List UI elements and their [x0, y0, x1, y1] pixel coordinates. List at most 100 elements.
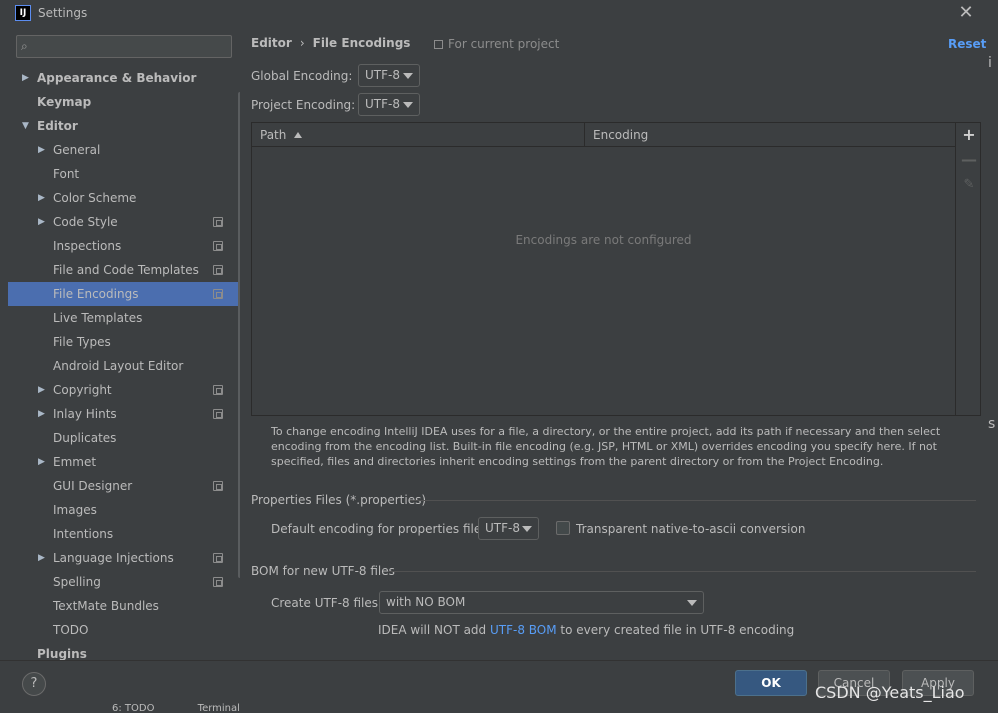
project-scope-icon: [213, 385, 223, 395]
properties-section-divider: [410, 500, 976, 501]
collapsed-arrow-icon[interactable]: ▶: [38, 210, 48, 234]
sidebar-item-label: Font: [53, 167, 80, 181]
collapsed-arrow-icon[interactable]: ▶: [38, 450, 48, 474]
sidebar-item[interactable]: ▶ Emmet: [8, 450, 240, 474]
sidebar-item[interactable]: Inspections: [8, 234, 240, 258]
project-encoding-value: UTF-8: [365, 97, 400, 111]
sidebar-item[interactable]: Font: [8, 162, 240, 186]
table-empty-text: Encodings are not configured: [515, 233, 692, 247]
sidebar-item[interactable]: File Encodings: [8, 282, 240, 306]
global-encoding-combo[interactable]: UTF-8: [358, 64, 420, 87]
sidebar-item[interactable]: ▶ Copyright: [8, 378, 240, 402]
ok-button[interactable]: OK: [735, 670, 807, 696]
sidebar-item[interactable]: ▶ Code Style: [8, 210, 240, 234]
sidebar-item-label: File Encodings: [53, 287, 139, 301]
project-encoding-combo[interactable]: UTF-8: [358, 93, 420, 116]
bom-note: IDEA will NOT add UTF-8 BOM to every cre…: [378, 623, 794, 637]
sidebar-item[interactable]: File Types: [8, 330, 240, 354]
table-toolbar: + — ✎: [955, 123, 981, 415]
sidebar-item-label: Keymap: [37, 95, 92, 109]
expanded-arrow-icon[interactable]: ▼: [22, 114, 32, 138]
native-to-ascii-checkbox[interactable]: [556, 521, 570, 535]
create-utf8-label: Create UTF-8 files:: [271, 596, 383, 610]
terminal-tab[interactable]: Terminal: [198, 703, 240, 713]
column-header-path-label: Path: [260, 128, 287, 142]
sidebar-item-label: Appearance & Behavior: [37, 71, 197, 85]
collapsed-arrow-icon[interactable]: ▶: [38, 378, 48, 402]
settings-search-field[interactable]: ⌕: [16, 35, 232, 58]
sidebar-item-label: Inlay Hints: [53, 407, 117, 421]
native-to-ascii-label[interactable]: Transparent native-to-ascii conversion: [576, 522, 805, 536]
sidebar-item[interactable]: Android Layout Editor: [8, 354, 240, 378]
sidebar-item-label: Plugins: [37, 647, 87, 660]
sidebar-item[interactable]: ▶ Color Scheme: [8, 186, 240, 210]
sidebar-item-label: Editor: [37, 119, 78, 133]
sidebar-item[interactable]: Spelling: [8, 570, 240, 594]
column-header-path[interactable]: Path: [252, 123, 585, 147]
sidebar-item-label: Color Scheme: [53, 191, 137, 205]
sidebar-item[interactable]: ▶ Appearance & Behavior: [8, 66, 240, 90]
sidebar-item-label: Code Style: [53, 215, 118, 229]
scope-note: For current project: [434, 37, 559, 51]
sidebar-item[interactable]: ▼ Editor: [8, 114, 240, 138]
sidebar-item[interactable]: Live Templates: [8, 306, 240, 330]
sidebar-item-label: Language Injections: [53, 551, 174, 565]
sidebar-item[interactable]: Intentions: [8, 522, 240, 546]
project-scope-icon: [213, 553, 223, 563]
sidebar-item-label: File and Code Templates: [53, 263, 199, 277]
sidebar-item[interactable]: GUI Designer: [8, 474, 240, 498]
sidebar-item[interactable]: TODO: [8, 618, 240, 642]
sidebar-item[interactable]: File and Code Templates: [8, 258, 240, 282]
scope-note-text: For current project: [448, 37, 560, 51]
sidebar-item-label: Emmet: [53, 455, 97, 469]
collapsed-arrow-icon[interactable]: ▶: [38, 546, 48, 570]
project-encoding-label: Project Encoding:: [251, 98, 356, 112]
sidebar-item[interactable]: Plugins: [8, 642, 240, 660]
close-icon[interactable]: ✕: [958, 4, 974, 22]
edit-icon[interactable]: ✎: [959, 175, 979, 195]
sidebar-item[interactable]: ▶ Language Injections: [8, 546, 240, 570]
sidebar-item[interactable]: ▶ General: [8, 138, 240, 162]
todo-tab[interactable]: 6: TODO: [112, 703, 154, 713]
help-icon[interactable]: ?: [22, 672, 46, 696]
settings-search-input[interactable]: [41, 37, 227, 56]
add-icon[interactable]: +: [959, 125, 979, 145]
sidebar-item[interactable]: ▶ Inlay Hints: [8, 402, 240, 426]
collapsed-arrow-icon[interactable]: ▶: [38, 138, 48, 162]
collapsed-arrow-icon[interactable]: ▶: [22, 66, 32, 90]
breadcrumb: Editor › File Encodings: [251, 36, 410, 52]
sidebar-item-label: General: [53, 143, 101, 157]
project-scope-icon: [434, 40, 443, 49]
create-utf8-combo[interactable]: with NO BOM: [379, 591, 704, 614]
bom-note-prefix: IDEA will NOT add: [378, 623, 490, 637]
utf8-bom-link[interactable]: UTF-8 BOM: [490, 623, 557, 637]
file-encodings-panel: Editor › File Encodings For current projec…: [240, 26, 990, 660]
window-title: Settings: [38, 6, 88, 20]
bom-section-divider: [388, 571, 976, 572]
sidebar-item[interactable]: Images: [8, 498, 240, 522]
csdn-watermark: CSDN @Yeats_Liao: [815, 683, 965, 702]
sidebar-item[interactable]: TextMate Bundles: [8, 594, 240, 618]
sidebar-item-label: Duplicates: [53, 431, 117, 445]
breadcrumb-separator: ›: [299, 36, 305, 50]
path-encoding-table: Path Encoding Encodings are not configur…: [251, 122, 981, 416]
sidebar-item[interactable]: Duplicates: [8, 426, 240, 450]
sidebar-item-label: Copyright: [53, 383, 112, 397]
title-bar: IJ Settings ✕: [0, 0, 998, 26]
breadcrumb-current: File Encodings: [312, 36, 411, 50]
column-header-encoding[interactable]: Encoding: [585, 123, 955, 147]
chevron-down-icon: [687, 600, 697, 606]
sidebar-item[interactable]: Keymap: [8, 90, 240, 114]
remove-icon[interactable]: —: [959, 150, 979, 170]
chevron-down-icon: [522, 526, 532, 532]
settings-dialog: IJ Settings ✕ ⌕ ▶ Appearance & Behavior Ke…: [0, 0, 998, 713]
reset-link[interactable]: Reset: [948, 37, 986, 51]
collapsed-arrow-icon[interactable]: ▶: [38, 186, 48, 210]
sidebar-item-label: GUI Designer: [53, 479, 133, 493]
properties-section-title: Properties Files (*.properties): [251, 493, 427, 507]
background-editor-char: s: [988, 416, 996, 432]
project-scope-icon: [213, 241, 223, 251]
global-encoding-value: UTF-8: [365, 68, 400, 82]
collapsed-arrow-icon[interactable]: ▶: [38, 402, 48, 426]
properties-encoding-combo[interactable]: UTF-8: [478, 517, 539, 540]
